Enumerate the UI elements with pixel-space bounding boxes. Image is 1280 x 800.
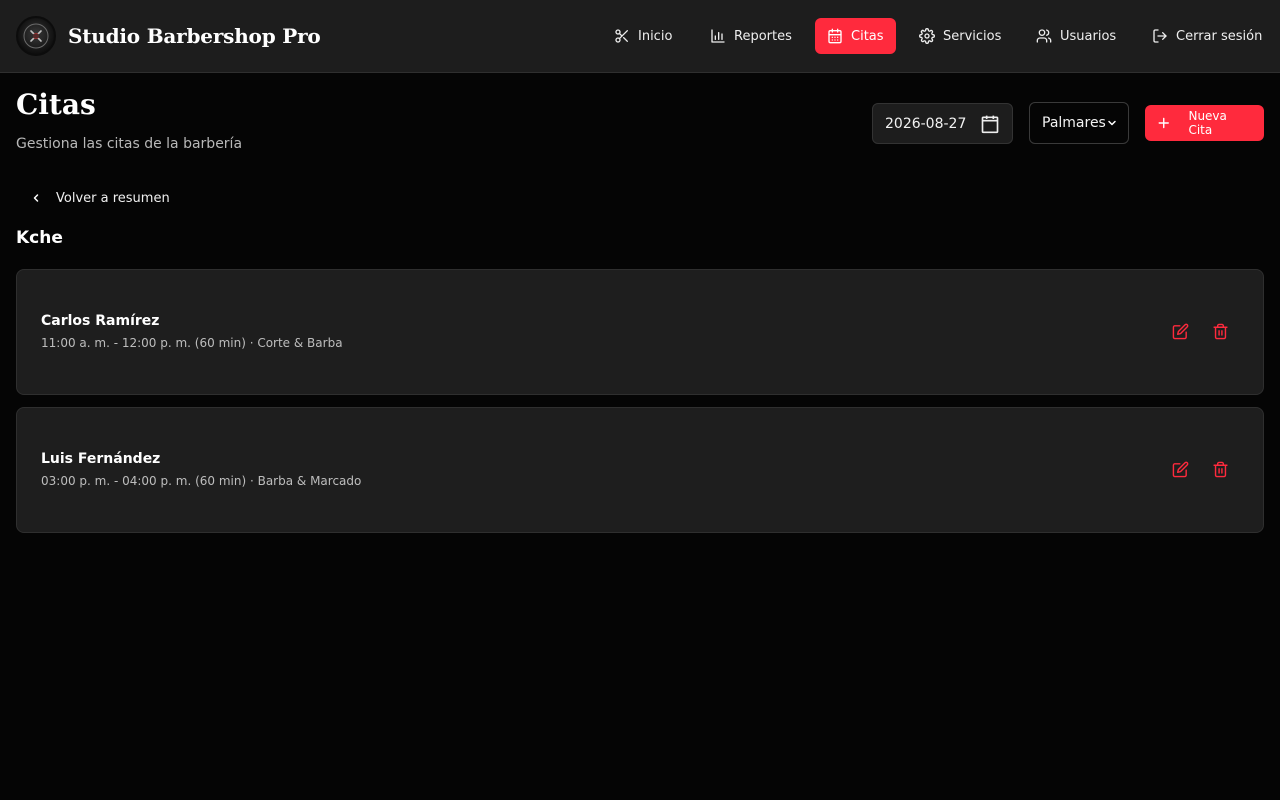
nav-item-label: Reportes [734, 28, 792, 44]
location-value: Palmares [1042, 115, 1106, 131]
delete-button[interactable] [1212, 461, 1229, 478]
appointment-card: Luis Fernández 03:00 p. m. - 04:00 p. m.… [16, 407, 1264, 533]
edit-icon [1172, 461, 1189, 478]
nav-item-servicios[interactable]: Servicios [907, 18, 1013, 54]
calendar-icon [828, 28, 842, 44]
appointment-actions [1172, 323, 1229, 340]
calendar-picker-icon[interactable] [980, 114, 1000, 134]
edit-button[interactable] [1172, 461, 1189, 478]
page-title: Citas [16, 88, 96, 121]
nav-item-label: Citas [851, 28, 884, 44]
main-nav: Inicio Reportes Citas Servicios Usuarios… [0, 18, 1280, 54]
nav-item-citas[interactable]: Citas [815, 18, 896, 54]
logout-icon [1153, 29, 1167, 43]
nav-item-label: Inicio [638, 28, 673, 44]
client-name: Carlos Ramírez [41, 313, 160, 329]
nav-item-cerrar-sesion[interactable]: Cerrar sesión [1140, 18, 1274, 54]
edit-button[interactable] [1172, 323, 1189, 340]
back-to-summary-link[interactable]: Volver a resumen [30, 188, 170, 208]
nav-item-inicio[interactable]: Inicio [602, 18, 684, 54]
date-input[interactable]: 2026-08-27 [872, 103, 1013, 144]
back-label: Volver a resumen [56, 190, 170, 206]
nav-item-reportes[interactable]: Reportes [698, 18, 804, 54]
top-navbar: Studio Barbershop Pro Inicio Reportes Ci… [0, 0, 1280, 73]
edit-icon [1172, 323, 1189, 340]
appointment-actions [1172, 461, 1229, 478]
gear-icon [919, 28, 935, 44]
appointment-detail: 11:00 a. m. - 12:00 p. m. (60 min) · Cor… [41, 336, 343, 350]
nav-item-usuarios[interactable]: Usuarios [1024, 18, 1128, 54]
new-appointment-label: Nueva Cita [1188, 109, 1227, 137]
location-select[interactable]: Palmares [1029, 102, 1129, 144]
new-appointment-button[interactable]: Nueva Cita [1145, 105, 1264, 141]
page-subtitle: Gestiona las citas de la barbería [16, 136, 243, 152]
appointment-card: Carlos Ramírez 11:00 a. m. - 12:00 p. m.… [16, 269, 1264, 395]
chevron-left-icon [33, 194, 39, 202]
appointment-detail: 03:00 p. m. - 04:00 p. m. (60 min) · Bar… [41, 474, 362, 488]
nav-item-label: Servicios [943, 28, 1002, 44]
client-name: Luis Fernández [41, 451, 161, 467]
bar-chart-icon [711, 29, 725, 43]
trash-icon [1213, 461, 1228, 478]
nav-item-label: Usuarios [1060, 28, 1117, 44]
barber-section-title: Kche [16, 228, 63, 248]
scissors-icon [615, 29, 628, 43]
delete-button[interactable] [1212, 323, 1229, 340]
plus-icon [1158, 117, 1169, 129]
chevron-down-icon [1108, 120, 1116, 126]
nav-item-label: Cerrar sesión [1176, 28, 1263, 44]
date-value: 2026-08-27 [885, 115, 967, 132]
users-icon [1036, 29, 1052, 43]
trash-icon [1213, 323, 1228, 340]
